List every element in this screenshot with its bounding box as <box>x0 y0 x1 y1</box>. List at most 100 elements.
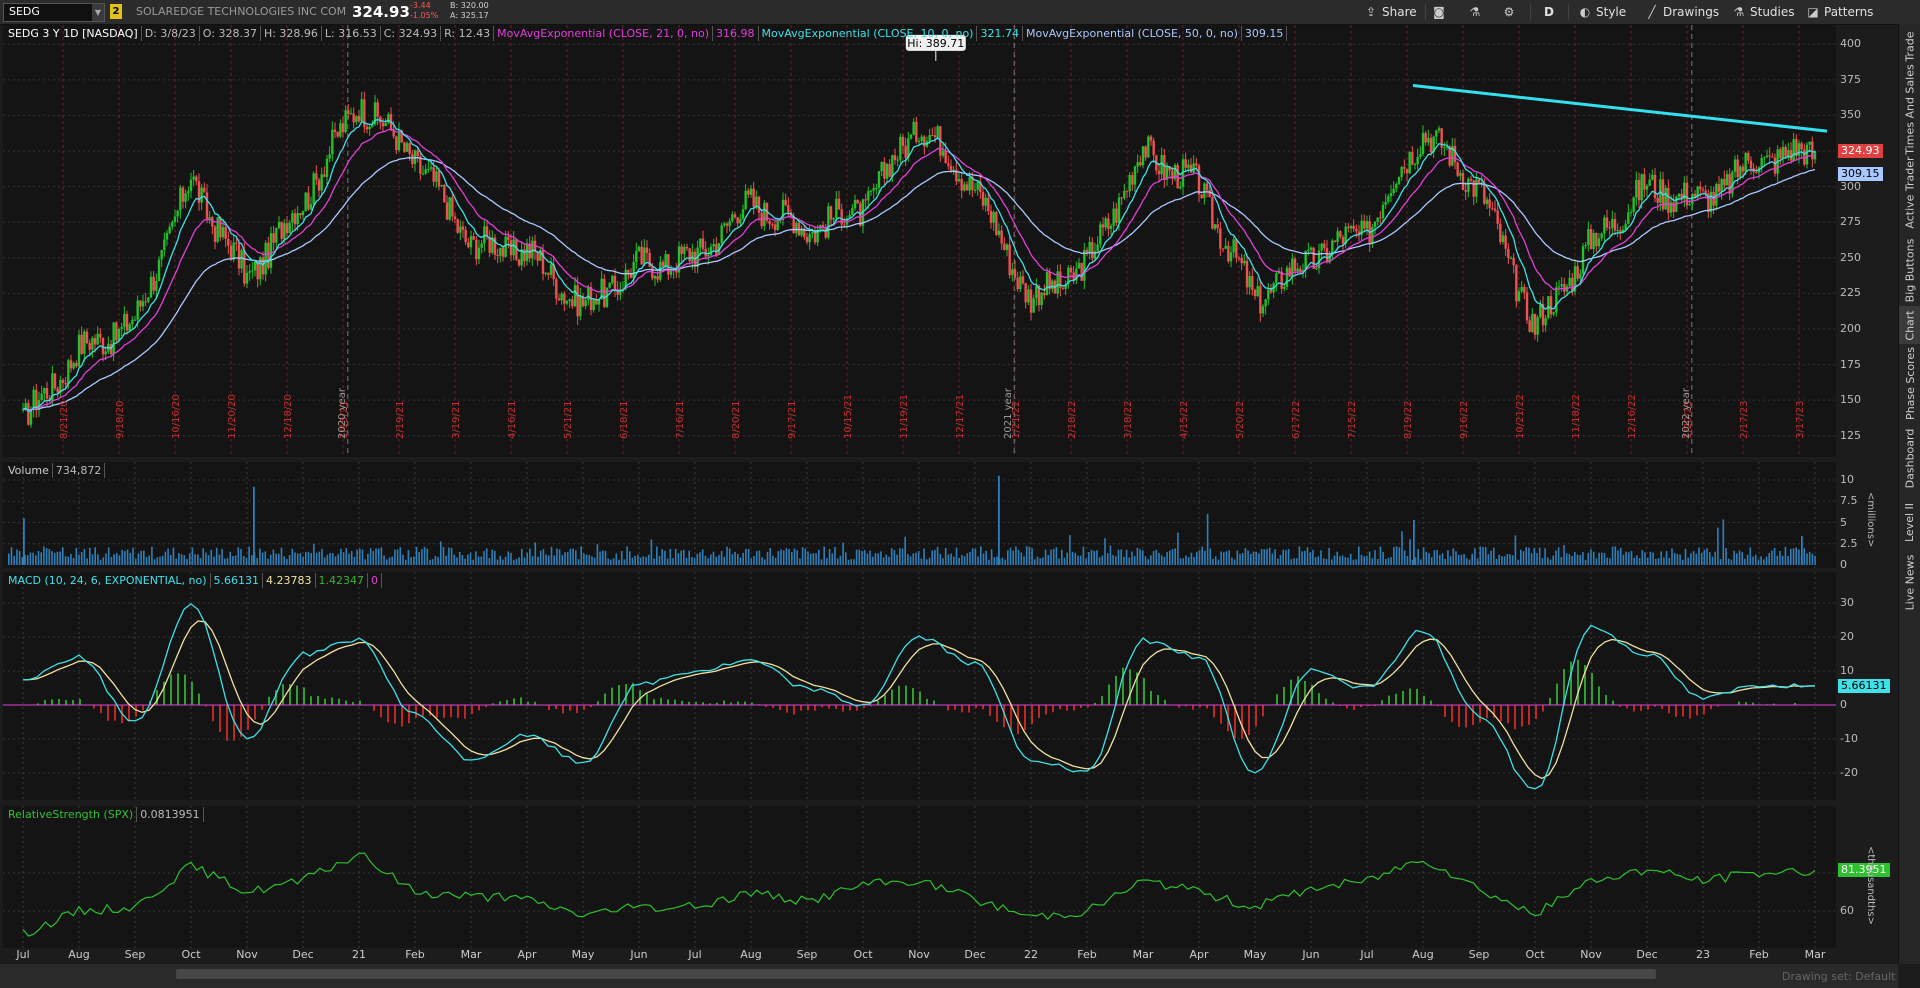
price-chart[interactable]: 8/21/20 9/18/20 10/16/20 11/20/20 12/18/20 1/… <box>3 25 1836 457</box>
tab-trade[interactable]: Trade <box>1899 24 1920 68</box>
candle-body <box>1504 235 1507 249</box>
histogram-bar <box>128 705 130 723</box>
candle-body <box>496 254 499 256</box>
candle-body <box>987 197 990 211</box>
volume-bar <box>502 559 504 565</box>
volume-bar <box>1312 549 1314 565</box>
volume-bar <box>812 553 815 565</box>
volume-bar <box>1239 553 1241 565</box>
volume-bar <box>1506 554 1509 565</box>
macd-y-axis[interactable]: 30 20 10 0 -10 -20 5.66131 <box>1836 572 1896 800</box>
candle-body <box>384 123 387 127</box>
volume-bar <box>963 556 966 565</box>
volume-bar <box>677 553 680 565</box>
histogram-bar <box>1528 705 1530 725</box>
volume-bar <box>43 546 45 565</box>
relative-strength-chart[interactable] <box>3 806 1836 948</box>
tab-phase-scores[interactable]: Phase Scores <box>1899 344 1920 422</box>
volume-bar <box>782 550 785 565</box>
candle-body <box>349 113 353 115</box>
histogram-bar <box>359 700 361 705</box>
volume-bar <box>985 550 987 565</box>
candle-body <box>1616 230 1619 232</box>
volume-bar <box>1088 552 1090 565</box>
macd-panel[interactable]: MACD (10, 24, 6, EXPONENTIAL, no) 5.66131… <box>3 572 1836 800</box>
histogram-bar <box>667 699 669 705</box>
tab-active-trader[interactable]: Active Trader <box>1899 150 1920 234</box>
histogram-bar <box>1129 669 1131 705</box>
link-badge[interactable]: 2 <box>110 4 122 19</box>
volume-bar <box>296 553 299 565</box>
volume-bar <box>464 558 466 565</box>
chevron-down-icon[interactable]: ▼ <box>92 4 104 21</box>
volume-bar <box>1706 548 1708 565</box>
volume-bar <box>1611 546 1614 565</box>
patterns-button[interactable]: ◪ Patterns <box>1806 3 1873 21</box>
trendline[interactable] <box>1412 84 1828 133</box>
snapshot-button[interactable]: ◙ <box>1432 3 1450 21</box>
candle-body <box>1293 258 1297 272</box>
volume-bar <box>1673 553 1676 565</box>
volume-bar <box>434 555 437 565</box>
volume-bar <box>1413 519 1415 565</box>
settings-button[interactable]: ⚙ <box>1502 3 1520 21</box>
volume-bar <box>86 558 88 565</box>
candle-body <box>1125 190 1129 192</box>
price-panel[interactable]: 8/21/20 9/18/20 10/16/20 11/20/20 12/18/20 1/… <box>3 25 1836 457</box>
tab-label: Trade <box>1903 30 1917 62</box>
volume-bar <box>1123 556 1125 565</box>
expiration-date-label: 6/17/22 <box>1291 400 1302 439</box>
rs-y-axis[interactable]: 60 81.3951 <thousandths> <box>1836 806 1896 948</box>
volume-chart[interactable] <box>3 462 1836 568</box>
histogram-bar <box>184 674 186 705</box>
candle-body <box>960 179 963 191</box>
price-y-axis[interactable]: 400375350325300275250225200175150125324.… <box>1836 25 1896 457</box>
volume-bar <box>145 557 148 565</box>
macd-chart[interactable] <box>3 572 1836 800</box>
histogram-bar <box>583 705 585 710</box>
candle-body <box>1664 187 1667 210</box>
candle-body <box>123 314 126 327</box>
period-button[interactable]: D <box>1544 3 1554 21</box>
relative-strength-panel[interactable]: RelativeStrength (SPX) 0.0813951 <box>3 806 1836 948</box>
volume-bar <box>847 559 850 565</box>
volume-bar <box>685 557 688 565</box>
volume-bar <box>437 557 439 565</box>
tab-dashboard[interactable]: Dashboard <box>1899 422 1920 494</box>
share-button[interactable]: ⇪ Share <box>1364 3 1417 21</box>
time-axis[interactable]: Jul Aug Sep Oct Nov Dec 21 Feb Mar Apr May Jun Jul Au… <box>3 948 1836 962</box>
candle-body <box>280 222 283 239</box>
volume-bar <box>442 547 445 565</box>
tab-level-ii[interactable]: Level II <box>1899 494 1920 550</box>
volume-bar <box>1144 556 1147 565</box>
x-tick-label: Feb <box>1077 948 1097 961</box>
symbol-input[interactable]: SEDG ▼ <box>3 3 105 22</box>
volume-y-axis[interactable]: 10 7.5 5 2.5 0 <millions> <box>1836 462 1896 571</box>
scrollbar-thumb[interactable] <box>176 969 1656 979</box>
candle-body <box>411 154 414 164</box>
candle-body <box>915 121 918 142</box>
header-field: 734,872 <box>53 463 106 478</box>
x-tick-label: 22 <box>1024 948 1038 961</box>
studies-button[interactable]: ⚗ Studies <box>1732 3 1795 21</box>
candle-body <box>1152 140 1155 156</box>
drawings-button[interactable]: ╱ Drawings <box>1645 3 1719 21</box>
style-button[interactable]: ◐ Style <box>1578 3 1626 21</box>
tab-big-buttons[interactable]: Big Buttons <box>1899 234 1920 306</box>
time-scrollbar[interactable]: Drawing set: Default <box>0 964 1898 988</box>
volume-panel[interactable]: Volume 734,872 <box>3 462 1836 568</box>
tab-live-news[interactable]: Live News <box>1899 550 1920 614</box>
volume-bar <box>558 549 561 565</box>
tab-times-and-sales[interactable]: Times And Sales <box>1899 64 1920 154</box>
volume-bar <box>796 550 798 565</box>
candle-body <box>1237 257 1241 259</box>
histogram-bar <box>674 699 676 705</box>
flask-button[interactable]: ⚗ <box>1468 3 1486 21</box>
histogram-bar <box>898 685 900 705</box>
candle-body <box>901 136 905 146</box>
tab-chart[interactable]: Chart <box>1899 306 1920 344</box>
volume-bar <box>1182 558 1185 565</box>
candle-body <box>232 242 235 260</box>
expiration-date-label: 10/15/21 <box>843 394 854 439</box>
candle-body <box>739 218 742 224</box>
